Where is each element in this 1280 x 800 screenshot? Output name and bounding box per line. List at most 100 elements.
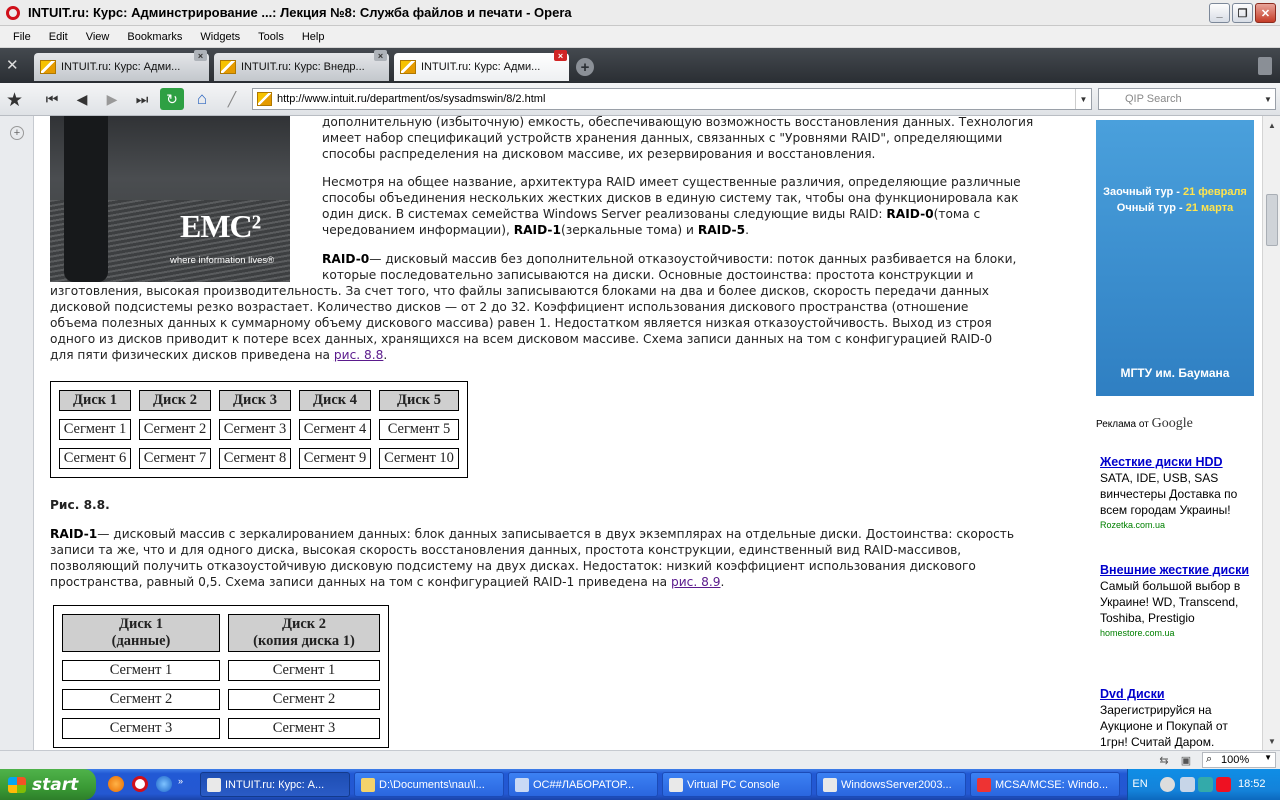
paragraph-raid-types: Несмотря на общее название, архитектура …	[322, 175, 1021, 237]
scroll-thumb[interactable]	[1266, 194, 1278, 246]
side-panel: +	[0, 116, 34, 750]
quicklaunch-firefox-icon[interactable]	[108, 776, 124, 792]
status-bar: ⇆ ▣ ⌕ 100% ▼	[0, 750, 1280, 769]
paragraph-raid0-b: изготовления, высокая производительность…	[50, 284, 993, 362]
figure-8-9-table: Диск 1 (данные) Диск 2 (копия диска 1) Сег…	[53, 605, 389, 748]
tray-network-icon[interactable]	[1180, 777, 1195, 792]
tray-back-icon[interactable]	[1160, 777, 1175, 792]
task-pdf[interactable]: MCSA/MCSE: Windo...	[970, 772, 1120, 797]
search-placeholder: QIP Search	[1125, 93, 1182, 105]
tab-label: INTUIT.ru: Курс: Адми...	[61, 61, 181, 73]
task-virtual-pc[interactable]: Virtual PC Console	[662, 772, 812, 797]
wand-icon[interactable]: ╱	[220, 88, 244, 110]
menu-bar: File Edit View Bookmarks Widgets Tools H…	[0, 26, 1280, 48]
emc-ad-image[interactable]: EMC² where information lives®	[50, 116, 290, 282]
opera-logo-icon	[6, 5, 20, 20]
menu-tools[interactable]: Tools	[249, 31, 293, 43]
paragraph-raid1: RAID-1— дисковый массив с зеркалирование…	[50, 527, 1015, 589]
zoom-level: 100%	[1221, 754, 1250, 766]
trash-icon[interactable]	[1258, 57, 1272, 75]
search-dropdown-icon[interactable]: ▼	[1261, 89, 1275, 109]
window-title: INTUIT.ru: Курс: Админстрирование ...: Л…	[28, 5, 572, 20]
zoom-dropdown-icon[interactable]: ▼	[1264, 753, 1272, 762]
new-tab-button[interactable]: +	[576, 58, 594, 76]
tab-label: INTUIT.ru: Курс: Внедр...	[241, 61, 365, 73]
navigation-bar: ★ ⏮ ◀ ▶ ⏭ ↻ ⌂ ╱ http://www.intuit.ru/dep…	[0, 83, 1280, 116]
tab-close-icon[interactable]: ×	[194, 50, 207, 61]
menu-bookmarks[interactable]: Bookmarks	[118, 31, 191, 43]
banner-footer: МГТУ им. Баумана	[1120, 366, 1230, 380]
fig-8-8-link[interactable]: рис. 8.8	[334, 348, 384, 362]
menu-help[interactable]: Help	[293, 31, 334, 43]
google-ads-header: Реклама от Google	[1096, 416, 1193, 431]
windows-taskbar: start » INTUIT.ru: Курс: А... D:\Documen…	[0, 769, 1280, 800]
ad-item[interactable]: Жесткие диски HDD SATA, IDE, USB, SAS ви…	[1100, 454, 1250, 532]
tab-1[interactable]: INTUIT.ru: Курс: Адми...	[34, 53, 209, 81]
add-panel-icon[interactable]: +	[10, 126, 24, 140]
google-logo: Google	[1151, 416, 1193, 431]
bauman-banner-ad[interactable]: Заочный тур - 21 февраля Очный тур - 21 …	[1096, 120, 1254, 396]
minimize-button[interactable]: _	[1209, 3, 1230, 23]
paragraph-raid0-a: RAID-0— дисковый массив без дополнительн…	[322, 252, 1017, 282]
task-explorer[interactable]: D:\Documents\nau\l...	[354, 772, 504, 797]
ad-item[interactable]: Внешние жесткие диски Самый большой выбо…	[1100, 562, 1250, 640]
clock: 18:52	[1238, 778, 1266, 790]
start-button[interactable]: start	[0, 769, 96, 800]
reload-button[interactable]: ↻	[160, 88, 184, 110]
intuit-favicon-icon	[257, 92, 272, 106]
emc-logo: EMC²	[180, 208, 261, 244]
back-button[interactable]: ◀	[70, 88, 94, 110]
fast-forward-button[interactable]: ⏭	[130, 88, 154, 110]
ad-title-link[interactable]: Внешние жесткие диски	[1100, 562, 1250, 578]
tab-close-icon[interactable]: ×	[374, 50, 387, 61]
figure-8-8-caption: Рис. 8.8.	[50, 498, 110, 512]
tab-2[interactable]: INTUIT.ru: Курс: Внедр...	[214, 53, 389, 81]
page-content: EMC² where information lives® дополнител…	[35, 116, 1262, 750]
intuit-favicon-icon	[400, 60, 416, 74]
scroll-up-icon[interactable]: ▲	[1265, 118, 1279, 132]
fig-8-9-link[interactable]: рис. 8.9	[671, 575, 721, 589]
forward-button[interactable]: ▶	[100, 88, 124, 110]
bookmarks-star-icon[interactable]: ★	[6, 89, 28, 111]
search-field[interactable]: QIP Search ▼	[1098, 88, 1276, 110]
address-field[interactable]: http://www.intuit.ru/department/os/sysad…	[252, 88, 1092, 110]
ad-title-link[interactable]: Жесткие диски HDD	[1100, 454, 1250, 470]
ad-item[interactable]: Dvd Диски Зарегистрируйся на Аукционе и …	[1100, 686, 1250, 750]
restore-button[interactable]: ❐	[1232, 3, 1253, 23]
menu-widgets[interactable]: Widgets	[191, 31, 249, 43]
close-window-button[interactable]: ✕	[1255, 3, 1276, 23]
task-opera[interactable]: INTUIT.ru: Курс: А...	[200, 772, 350, 797]
vertical-scrollbar[interactable]: ▲ ▼	[1262, 116, 1280, 750]
language-indicator[interactable]: EN	[1127, 778, 1153, 790]
ad-title-link[interactable]: Dvd Диски	[1100, 686, 1250, 702]
tray-app-icon[interactable]	[1198, 777, 1213, 792]
speed-dial-icon[interactable]: ⇆	[1156, 753, 1172, 767]
tab-3-active[interactable]: INTUIT.ru: Курс: Адми...	[394, 53, 569, 81]
quicklaunch-ie-icon[interactable]	[156, 776, 172, 792]
task-word[interactable]: ОС##ЛАБОРАТОР...	[508, 772, 658, 797]
figure-8-8-table: Диск 1 Диск 2 Диск 3 Диск 4 Диск 5 Сегме…	[50, 381, 468, 478]
address-url: http://www.intuit.ru/department/os/sysad…	[277, 93, 546, 105]
menu-view[interactable]: View	[77, 31, 119, 43]
menu-file[interactable]: File	[4, 31, 40, 43]
home-button[interactable]: ⌂	[190, 88, 214, 110]
windows-logo-icon	[8, 777, 26, 793]
quicklaunch-opera-icon[interactable]	[132, 776, 148, 792]
intuit-favicon-icon	[220, 60, 236, 74]
tab-close-icon[interactable]: ×	[554, 50, 567, 61]
menu-edit[interactable]: Edit	[40, 31, 77, 43]
emc-tagline: where information lives®	[170, 255, 275, 266]
zoom-control[interactable]: ⌕ 100% ▼	[1202, 752, 1276, 768]
camera-icon[interactable]: ▣	[1178, 753, 1194, 767]
window-titlebar: INTUIT.ru: Курс: Админстрирование ...: Л…	[0, 0, 1280, 26]
quicklaunch-expand-icon[interactable]: »	[178, 776, 186, 792]
intuit-favicon-icon	[40, 60, 56, 74]
task-windows-server[interactable]: WindowsServer2003...	[816, 772, 966, 797]
tray-acrobat-icon[interactable]	[1216, 777, 1231, 792]
address-dropdown-icon[interactable]: ▼	[1075, 89, 1091, 109]
scroll-down-icon[interactable]: ▼	[1265, 734, 1279, 748]
panels-toggle-icon[interactable]: ✕	[6, 56, 28, 76]
magnifier-icon: ⌕	[1206, 753, 1213, 765]
rewind-button[interactable]: ⏮	[40, 88, 64, 110]
tab-label: INTUIT.ru: Курс: Адми...	[421, 61, 541, 73]
